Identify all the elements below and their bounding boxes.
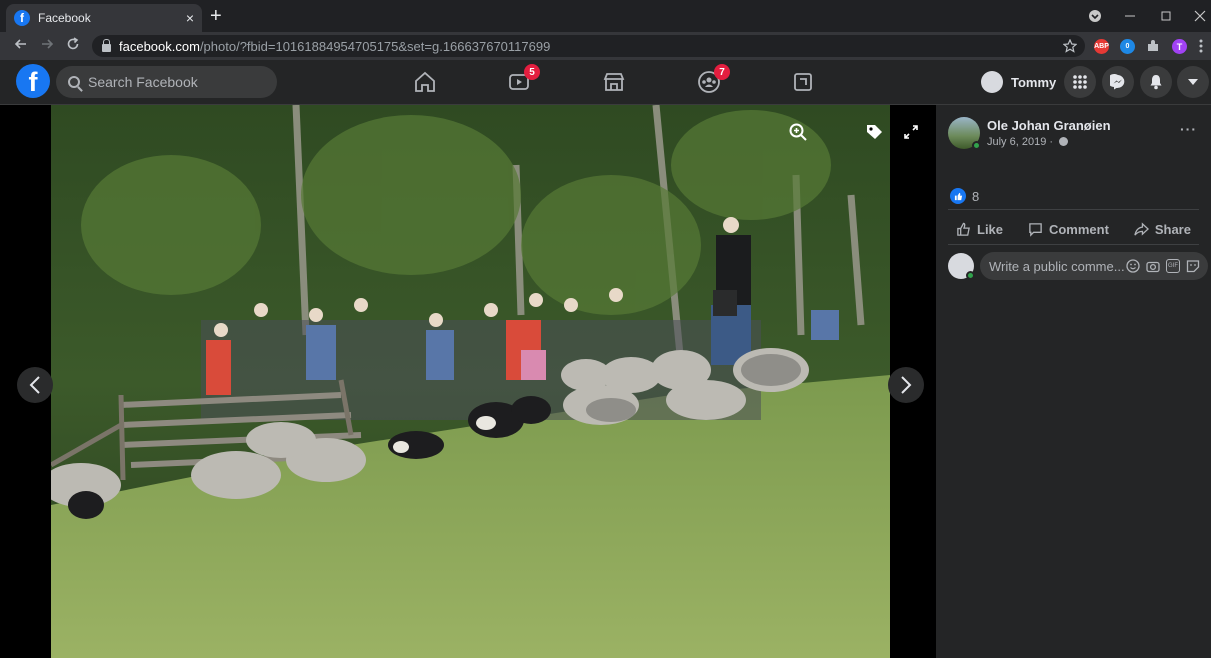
photo-image[interactable] — [51, 105, 890, 658]
search-placeholder: Search Facebook — [88, 74, 198, 90]
browser-tab[interactable]: f Facebook × — [6, 4, 202, 32]
comment-icon — [1029, 222, 1042, 237]
thumbs-up-icon — [957, 222, 970, 236]
avatar — [981, 71, 1003, 93]
sticker-icon[interactable] — [1186, 259, 1200, 273]
like-reaction-icon — [950, 188, 966, 204]
messenger-button[interactable] — [1102, 66, 1134, 98]
groups-nav[interactable]: 7 — [697, 64, 730, 94]
post-date[interactable]: July 6, 2019 · — [987, 136, 1069, 148]
share-label: Share — [1154, 221, 1191, 237]
groups-badge: 7 — [714, 64, 730, 80]
facebook-logo-icon[interactable]: f — [16, 64, 50, 98]
facebook-favicon-icon: f — [14, 10, 30, 26]
fullscreen-icon[interactable] — [904, 125, 918, 139]
zoom-in-icon[interactable] — [789, 123, 807, 141]
tag-icon[interactable] — [865, 123, 883, 141]
reload-icon[interactable] — [66, 37, 80, 51]
marketplace-icon[interactable] — [602, 70, 626, 94]
puzzle-extensions-icon[interactable] — [1146, 39, 1160, 53]
next-photo-button[interactable] — [888, 367, 924, 403]
watch-badge: 5 — [524, 64, 540, 80]
globe-icon — [1059, 137, 1069, 146]
gaming-icon[interactable] — [791, 70, 815, 94]
search-input[interactable]: Search Facebook — [56, 66, 277, 98]
sheep-herding-photo — [51, 105, 890, 658]
chevron-down-icon — [1188, 79, 1198, 85]
menu-button[interactable] — [1064, 66, 1096, 98]
divider — [948, 244, 1199, 245]
url-host: facebook.com — [119, 38, 200, 54]
online-status-dot — [972, 141, 981, 150]
comment-label: Comment — [1048, 221, 1109, 237]
search-icon — [68, 76, 80, 88]
chevron-left-icon — [29, 376, 40, 394]
adblock-extension-icon[interactable]: ABP — [1094, 39, 1109, 54]
like-count: 8 — [972, 188, 980, 204]
lock-icon — [102, 39, 111, 52]
browser-tab-strip: f Facebook × + — [0, 0, 1211, 32]
url-path: /photo/?fbid=10161884954705175&set=g.166… — [199, 38, 551, 54]
like-label: Like — [977, 221, 1004, 237]
photo-stage — [0, 105, 936, 658]
bookmark-star-icon[interactable] — [1063, 39, 1077, 53]
extension-icon[interactable]: 0 — [1120, 39, 1135, 54]
gif-icon[interactable]: GIF — [1166, 259, 1180, 273]
messenger-icon — [1110, 74, 1125, 90]
share-icon — [1134, 221, 1149, 236]
profile-shortcut[interactable]: Tommy — [978, 67, 1066, 97]
share-button[interactable]: Share — [1126, 222, 1199, 237]
divider — [948, 209, 1199, 210]
post-side-panel: Ole Johan Granøien July 6, 2019 · ··· 8 … — [936, 105, 1211, 658]
author-name[interactable]: Ole Johan Granøien — [987, 118, 1111, 133]
browser-profile-avatar[interactable]: T — [1172, 39, 1187, 54]
tab-close-icon[interactable]: × — [186, 10, 194, 26]
grid-menu-icon — [1073, 75, 1087, 89]
comment-tools: GIF — [1126, 259, 1208, 273]
new-tab-button[interactable]: + — [210, 6, 222, 26]
comment-placeholder: Write a public comme... — [989, 258, 1125, 274]
chevron-right-icon — [901, 376, 912, 394]
tab-title: Facebook — [38, 11, 91, 25]
profile-name: Tommy — [1011, 74, 1057, 90]
address-bar-row: facebook.com /photo/?fbid=10161884954705… — [0, 32, 1211, 60]
comment-button[interactable]: Comment — [1020, 222, 1117, 237]
previous-photo-button[interactable] — [17, 367, 53, 403]
online-status-dot — [966, 271, 975, 280]
browser-profile-menu-icon[interactable] — [1088, 9, 1102, 23]
home-icon[interactable] — [413, 70, 437, 94]
close-window-icon[interactable] — [1194, 10, 1206, 22]
maximize-icon[interactable] — [1160, 10, 1172, 22]
forward-icon[interactable] — [40, 37, 54, 51]
url-bar[interactable]: facebook.com /photo/?fbid=10161884954705… — [92, 35, 1085, 57]
more-options-icon[interactable]: ··· — [1180, 121, 1197, 137]
notifications-button[interactable] — [1140, 66, 1172, 98]
back-icon[interactable] — [14, 37, 28, 51]
account-button[interactable] — [1177, 66, 1209, 98]
minimize-icon[interactable] — [1124, 10, 1136, 22]
camera-icon[interactable] — [1146, 259, 1160, 273]
comment-input[interactable]: Write a public comme... GIF — [980, 252, 1208, 280]
bell-icon — [1150, 75, 1162, 90]
facebook-header: f Search Facebook 5 7 Tommy — [0, 60, 1211, 105]
post-actions: Like Comment Share — [948, 215, 1199, 243]
reactions-summary[interactable]: 8 — [950, 188, 979, 204]
browser-menu-icon[interactable] — [1198, 39, 1204, 53]
emoji-icon[interactable] — [1126, 259, 1140, 273]
watch-nav[interactable]: 5 — [507, 64, 540, 94]
post-date-text: July 6, 2019 · — [987, 136, 1057, 148]
like-button[interactable]: Like — [948, 222, 1011, 237]
